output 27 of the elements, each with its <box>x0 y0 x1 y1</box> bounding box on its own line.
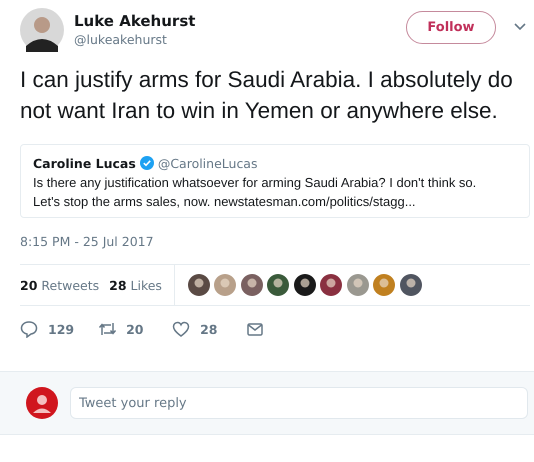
liker-avatar-icon[interactable] <box>400 274 422 296</box>
stat-link[interactable]: 28 Likes <box>109 278 162 292</box>
tweet-text: I can justify arms for Saudi Arabia. I absolutely do not want Iran to win in Yemen or anywhere else. <box>20 66 514 125</box>
user-avatar-icon <box>26 387 58 419</box>
quoted-tweet-text: Is there any justification whatsoever for arming Saudi Arabia? I don't think so. <box>33 174 478 192</box>
retweet-action-button[interactable]: 20 <box>98 320 148 338</box>
quoted-tweet-text: Let's stop the arms sales, now. newstatesman.com/politics/stagg... <box>33 193 417 211</box>
liker-avatar-icon[interactable] <box>294 274 316 296</box>
heart-icon <box>172 320 190 338</box>
follow-button[interactable]: Follow <box>406 10 496 44</box>
quoted-tweet-card[interactable]: Caroline Lucas @CarolineLucas Is there any justification whatsoever for arming Saudi Arabia? I don't think so. Let's stop the arms sales, now. newstatesman.com/politics/stagg... <box>20 144 530 218</box>
reply-action-button[interactable]: 129 <box>20 320 74 338</box>
author-handle: @lukeakehurst <box>74 31 168 49</box>
stat-link[interactable]: 20 Retweets <box>20 278 100 292</box>
like-action-button[interactable]: 28 <box>172 320 222 338</box>
quoted-author-handle: @CarolineLucas <box>158 156 258 170</box>
tweet-timestamp: 8:15 PM - 25 Jul 2017 <box>20 234 155 251</box>
liker-avatar-icon[interactable] <box>320 274 342 296</box>
quoted-author-name: Caroline Lucas <box>33 156 136 170</box>
avatar-icon <box>20 8 64 52</box>
reply-field[interactable]: Tweet your reply <box>70 387 528 419</box>
reply-icon <box>20 320 38 338</box>
chevron-down-icon[interactable] <box>514 23 526 31</box>
author-name: Luke Akehurst <box>74 11 196 31</box>
retweet-icon <box>98 320 116 338</box>
liker-avatar-icon[interactable] <box>188 274 210 296</box>
liker-avatar-icon[interactable] <box>267 274 290 296</box>
